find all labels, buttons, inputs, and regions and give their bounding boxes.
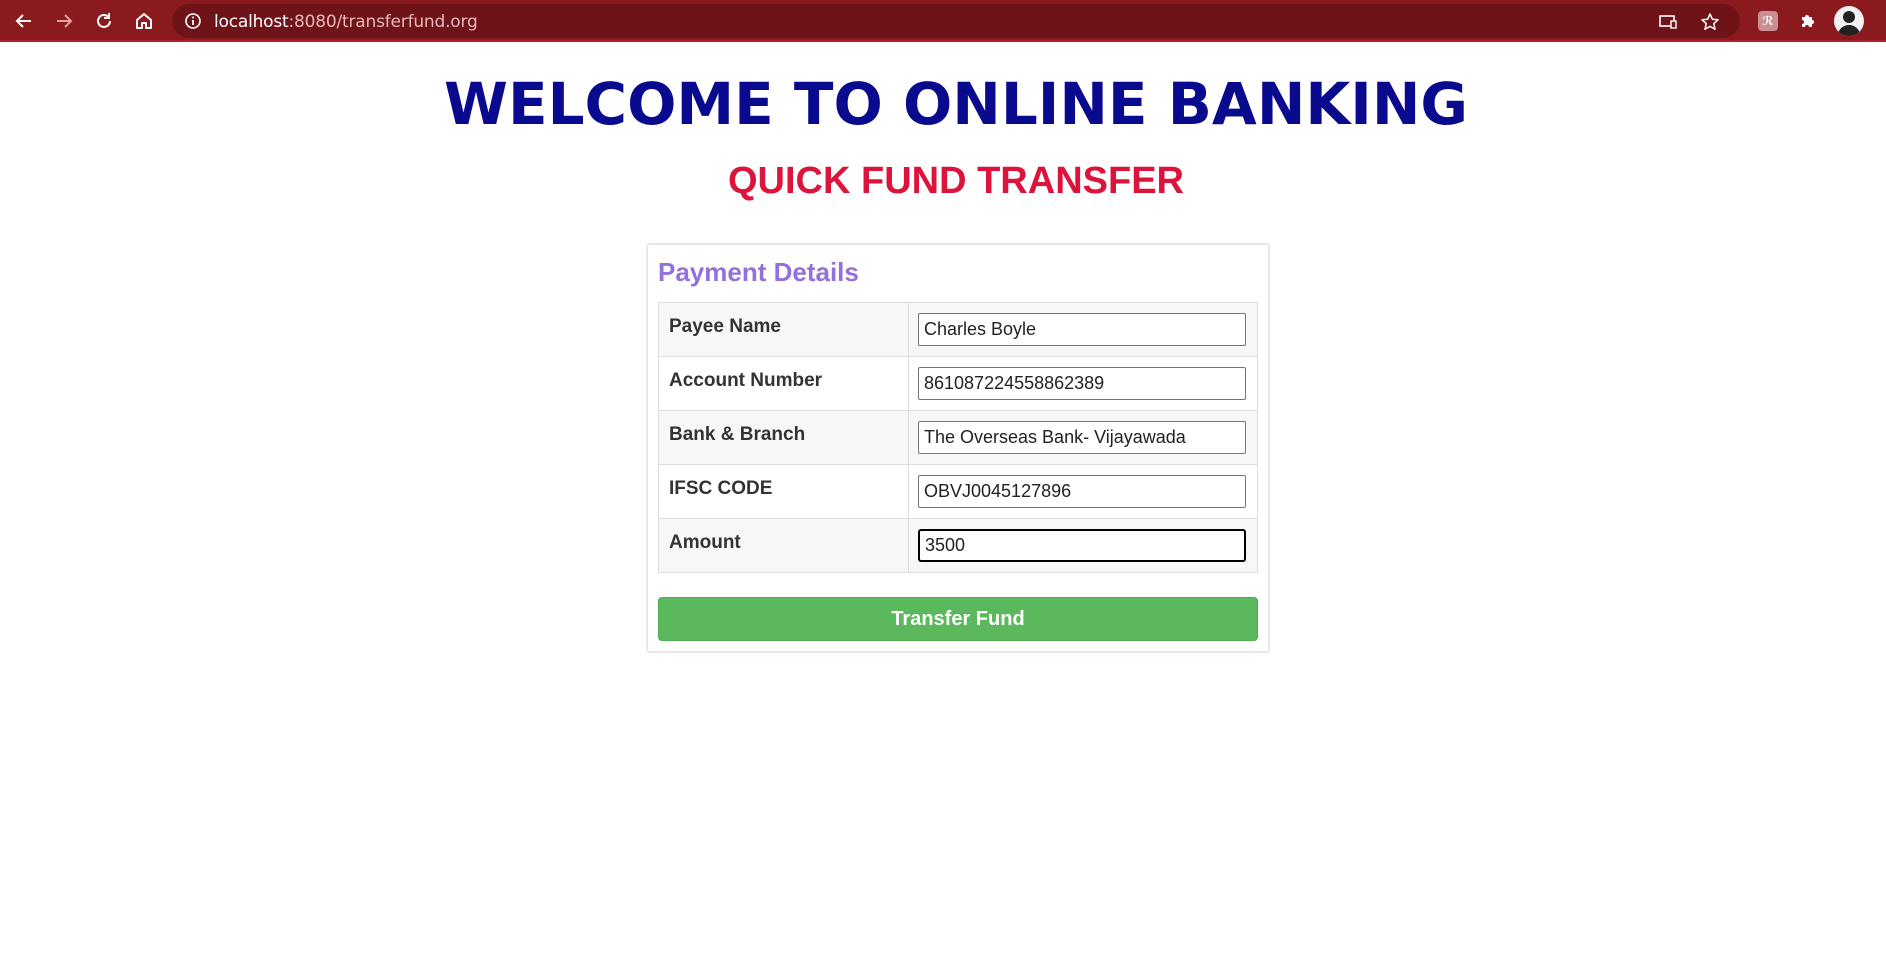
ifsc-code-cell [908, 464, 1258, 519]
url-text: localhost:8080/transferfund.org [214, 12, 478, 32]
table-row: Bank & Branch [658, 410, 1258, 465]
puzzle-icon [1802, 15, 1814, 27]
star-icon[interactable] [1700, 12, 1720, 32]
url-path: :8080/transferfund.org [288, 12, 478, 32]
address-bar[interactable]: localhost:8080/transferfund.org [172, 4, 1740, 38]
cast-icon[interactable] [1658, 12, 1678, 32]
table-row: Amount [658, 518, 1258, 573]
panel-title: Payment Details [658, 257, 859, 287]
back-arrow-icon [15, 14, 31, 28]
reload-button[interactable] [92, 9, 116, 33]
payee-name-cell [908, 302, 1258, 357]
home-icon [136, 13, 152, 29]
url-host: localhost [214, 12, 289, 32]
ifsc-code-label: IFSC CODE [658, 464, 909, 519]
payee-name-field[interactable] [918, 313, 1246, 346]
account-number-field[interactable] [918, 367, 1246, 400]
extensions-button[interactable] [1796, 9, 1820, 33]
table-row: Payee Name [658, 302, 1258, 357]
avatar[interactable] [1834, 6, 1864, 36]
page-title: WELCOME TO ONLINE BANKING [443, 70, 1469, 138]
amount-field[interactable] [918, 529, 1246, 562]
extension-badge-icon: ℛ [1758, 11, 1778, 31]
bank-branch-label: Bank & Branch [658, 410, 909, 465]
home-button[interactable] [132, 9, 156, 33]
amount-cell [908, 518, 1258, 573]
forward-button[interactable] [52, 9, 76, 33]
reload-icon [97, 13, 111, 28]
account-number-cell [908, 356, 1258, 411]
info-icon[interactable] [184, 12, 202, 30]
payment-details-panel: Payment Details Payee Name Account Numbe… [646, 243, 1270, 653]
bank-branch-cell [908, 410, 1258, 465]
table-row: Account Number [658, 356, 1258, 411]
table-row: IFSC CODE [658, 464, 1258, 519]
page-subtitle: QUICK FUND TRANSFER [728, 160, 1184, 202]
payee-name-label: Payee Name [658, 302, 909, 357]
account-number-label: Account Number [658, 356, 909, 411]
back-button[interactable] [12, 9, 36, 33]
payment-details-table: Payee Name Account Number Bank & Branch … [658, 302, 1258, 573]
profile-icon [1837, 11, 1861, 36]
browser-toolbar: localhost:8080/transferfund.org ℛ [0, 0, 1886, 42]
amount-label: Amount [658, 518, 909, 573]
forward-arrow-icon [57, 14, 73, 28]
ifsc-code-field[interactable] [918, 475, 1246, 508]
bank-branch-field[interactable] [918, 421, 1246, 454]
extension-badge-button[interactable]: ℛ [1756, 9, 1780, 33]
transfer-fund-button[interactable]: Transfer Fund [658, 597, 1258, 641]
